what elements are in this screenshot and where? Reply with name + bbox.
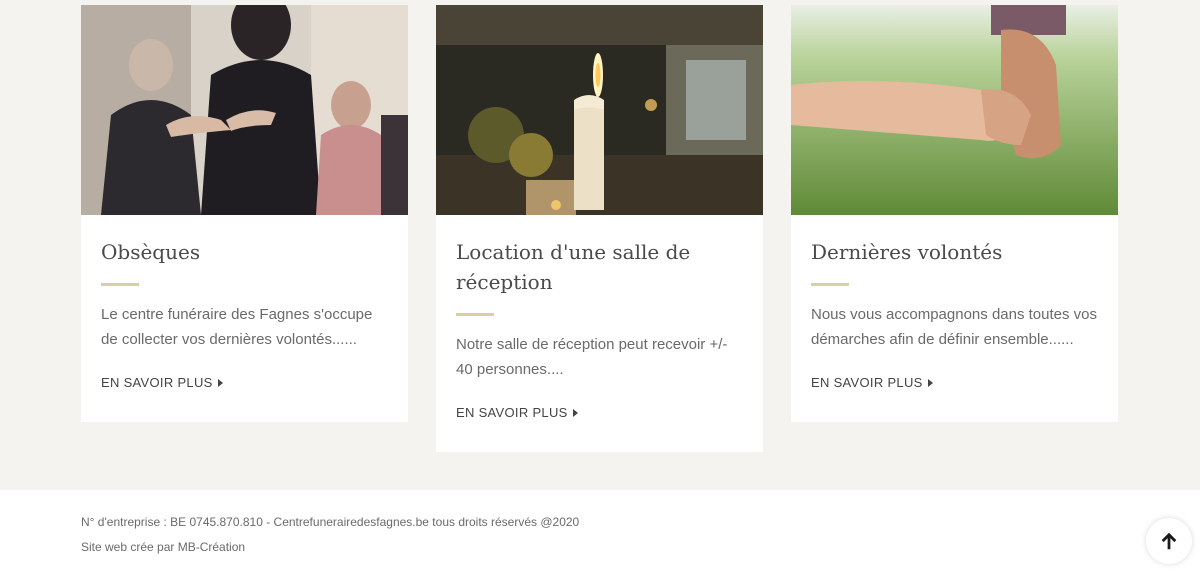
read-more-label: EN SAVOIR PLUS bbox=[811, 375, 923, 390]
card-image-funeral bbox=[81, 5, 408, 215]
scroll-to-top-button[interactable] bbox=[1146, 518, 1192, 564]
service-card-salle: Location d'une salle de réception Notre … bbox=[436, 5, 763, 452]
title-divider bbox=[811, 283, 849, 286]
service-card-volontes: Dernières volontés Nous vous accompagnon… bbox=[791, 5, 1118, 422]
site-footer: N° d'entreprise : BE 0745.870.810 - Cent… bbox=[0, 490, 1200, 575]
card-image-candle bbox=[436, 5, 763, 215]
service-card-obseques: Obsèques Le centre funéraire des Fagnes … bbox=[81, 5, 408, 422]
card-image-hands bbox=[791, 5, 1118, 215]
caret-right-icon bbox=[572, 408, 578, 417]
card-title: Obsèques bbox=[101, 240, 201, 264]
card-title: Dernières volontés bbox=[811, 240, 1003, 264]
card-title: Location d'une salle de réception bbox=[456, 240, 691, 294]
caret-right-icon bbox=[927, 378, 933, 387]
card-description: Nous vous accompagnons dans toutes vos d… bbox=[811, 306, 1098, 348]
read-more-link-volontes[interactable]: EN SAVOIR PLUS bbox=[811, 375, 933, 390]
arrow-up-icon bbox=[1161, 532, 1177, 550]
title-divider bbox=[101, 283, 139, 286]
card-description: Le centre funéraire des Fagnes s'occupe … bbox=[101, 306, 373, 348]
read-more-link-salle[interactable]: EN SAVOIR PLUS bbox=[456, 405, 578, 420]
read-more-link-obseques[interactable]: EN SAVOIR PLUS bbox=[101, 375, 223, 390]
title-divider bbox=[456, 313, 494, 316]
caret-right-icon bbox=[217, 378, 223, 387]
footer-credits: Site web crée par MB-Création bbox=[81, 540, 246, 554]
hands-photo bbox=[791, 5, 1118, 215]
funeral-photo bbox=[81, 5, 408, 215]
services-section: Obsèques Le centre funéraire des Fagnes … bbox=[0, 0, 1200, 490]
read-more-label: EN SAVOIR PLUS bbox=[456, 405, 568, 420]
footer-company-info: N° d'entreprise : BE 0745.870.810 - Cent… bbox=[81, 515, 580, 529]
candle-photo bbox=[436, 5, 763, 215]
read-more-label: EN SAVOIR PLUS bbox=[101, 375, 213, 390]
card-description: Notre salle de réception peut recevoir +… bbox=[456, 336, 728, 378]
